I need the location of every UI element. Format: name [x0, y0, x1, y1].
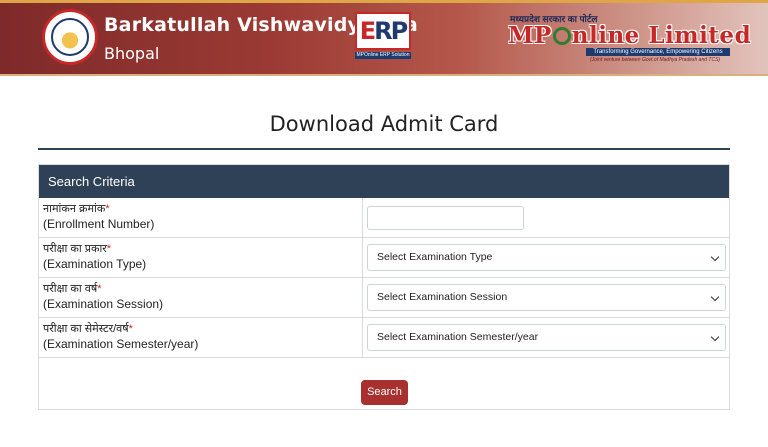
row-examination-semester: परीक्षा का सेमेस्टर/वर्ष* (Examination S… — [39, 318, 729, 358]
examination-session-label: परीक्षा का वर्ष* (Examination Session) — [39, 278, 363, 318]
examination-type-select[interactable]: Select Examination Type — [367, 244, 726, 271]
title-divider — [38, 148, 730, 150]
examination-semester-label: परीक्षा का सेमेस्टर/वर्ष* (Examination S… — [39, 318, 363, 358]
row-enrollment-number: नामांकन क्रमांक* (Enrollment Number) — [39, 198, 729, 238]
seal-emblem — [51, 18, 89, 56]
erp-logo-tagline: MPOnline ERP Solution — [355, 52, 411, 59]
panel-heading: Search Criteria — [39, 165, 729, 198]
examination-semester-select[interactable]: Select Examination Semester/year — [367, 324, 726, 351]
page-title: Download Admit Card — [269, 112, 499, 136]
enrollment-label: नामांकन क्रमांक* (Enrollment Number) — [39, 198, 363, 238]
erp-logo: ERP MPOnline ERP Solution — [355, 12, 411, 59]
chevron-down-icon — [710, 332, 720, 342]
site-header: Barkatullah Vishwavidyalaya Bhopal ERP M… — [0, 0, 768, 76]
search-button[interactable]: Search — [361, 380, 408, 405]
chevron-down-icon — [710, 292, 720, 302]
mponline-o-icon — [552, 27, 571, 45]
university-city: Bhopal — [104, 44, 160, 63]
university-seal-icon[interactable] — [42, 9, 98, 65]
mponline-logo: मध्यप्रदेश सरकार का पोर्टल MP nline Limit… — [506, 12, 751, 64]
search-criteria-panel: Search Criteria नामांकन क्रमांक* (Enroll… — [38, 164, 730, 410]
erp-logo-letters: ERP — [355, 12, 411, 50]
mponline-tagline: Transforming Governance, Empowering Citi… — [586, 48, 730, 56]
mponline-subtext: (Joint venture between Govt.of Madhya Pr… — [590, 57, 721, 63]
mponline-title: MP nline Limited — [508, 22, 752, 49]
enrollment-number-input[interactable] — [367, 206, 524, 230]
examination-type-label: परीक्षा का प्रकार* (Examination Type) — [39, 238, 363, 278]
chevron-down-icon — [710, 252, 720, 262]
header-top-strip — [0, 0, 768, 3]
row-examination-session: परीक्षा का वर्ष* (Examination Session) S… — [39, 278, 729, 318]
row-examination-type: परीक्षा का प्रकार* (Examination Type) Se… — [39, 238, 729, 278]
examination-session-select[interactable]: Select Examination Session — [367, 284, 726, 311]
